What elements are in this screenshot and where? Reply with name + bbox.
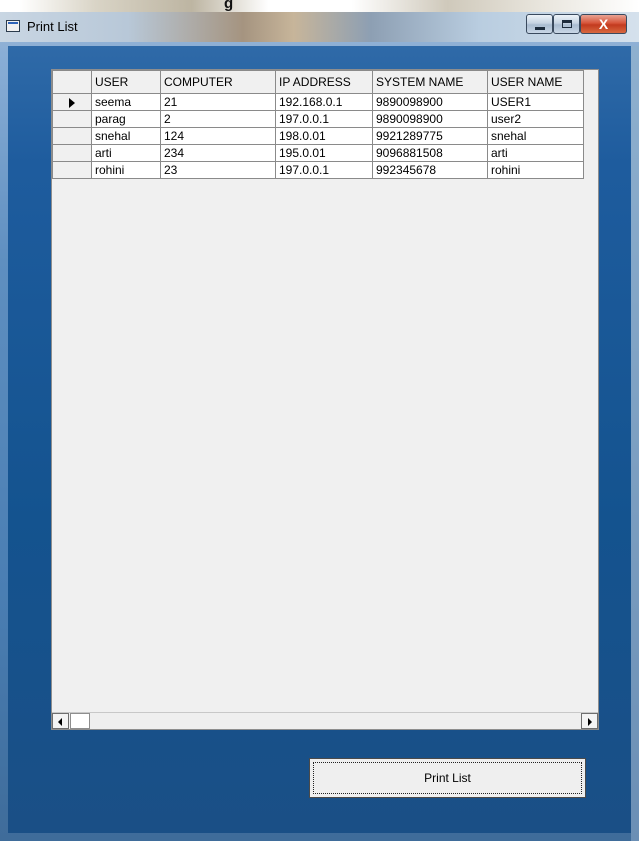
form-icon (6, 20, 20, 32)
column-header-system-name[interactable]: SYSTEM NAME (372, 70, 488, 94)
print-list-window: Print List X USER COMPUTER IP ADDRESS SY… (0, 12, 639, 841)
column-header-ip-address[interactable]: IP ADDRESS (275, 70, 373, 94)
cell-user[interactable]: arti (91, 144, 161, 162)
cell-ip-address[interactable]: 195.0.01 (275, 144, 373, 162)
column-header-user[interactable]: USER (91, 70, 161, 94)
table-row[interactable]: parag 2 197.0.0.1 9890098900 user2 (52, 110, 584, 128)
cell-system-name[interactable]: 992345678 (372, 161, 488, 179)
data-grid[interactable]: USER COMPUTER IP ADDRESS SYSTEM NAME USE… (51, 69, 599, 730)
table-row[interactable]: rohini 23 197.0.0.1 992345678 rohini (52, 161, 584, 179)
column-header-computer[interactable]: COMPUTER (160, 70, 276, 94)
cell-user[interactable]: rohini (91, 161, 161, 179)
cell-ip-address[interactable]: 198.0.01 (275, 127, 373, 145)
minimize-icon (535, 27, 545, 30)
close-button[interactable]: X (580, 14, 627, 34)
cell-user[interactable]: seema (91, 93, 161, 111)
scroll-right-arrow-icon (588, 718, 592, 726)
table-row[interactable]: snehal 124 198.0.01 9921289775 snehal (52, 127, 584, 145)
cell-system-name[interactable]: 9890098900 (372, 93, 488, 111)
grid-header-row: USER COMPUTER IP ADDRESS SYSTEM NAME USE… (52, 70, 584, 94)
scroll-left-button[interactable] (52, 713, 69, 729)
window-title: Print List (27, 19, 78, 34)
close-icon: X (598, 16, 609, 32)
row-selector[interactable] (52, 127, 92, 145)
print-list-button-label: Print List (424, 771, 471, 785)
print-list-button[interactable]: Print List (309, 758, 586, 798)
cell-ip-address[interactable]: 192.168.0.1 (275, 93, 373, 111)
cell-system-name[interactable]: 9921289775 (372, 127, 488, 145)
cell-system-name[interactable]: 9096881508 (372, 144, 488, 162)
scroll-left-arrow-icon (58, 718, 62, 726)
grid-corner-cell[interactable] (52, 70, 92, 94)
cell-computer[interactable]: 21 (160, 93, 276, 111)
window-right-border (631, 46, 639, 841)
title-bar[interactable]: Print List X (0, 12, 639, 42)
cell-computer[interactable]: 124 (160, 127, 276, 145)
table-row[interactable]: arti 234 195.0.01 9096881508 arti (52, 144, 584, 162)
cell-user-name[interactable]: user2 (487, 110, 584, 128)
maximize-icon (562, 20, 572, 28)
caption-buttons: X (526, 14, 634, 35)
cell-user-name[interactable]: rohini (487, 161, 584, 179)
scrollbar-thumb[interactable] (70, 713, 90, 729)
cell-system-name[interactable]: 9890098900 (372, 110, 488, 128)
scroll-right-button[interactable] (581, 713, 598, 729)
maximize-button[interactable] (553, 14, 580, 34)
cell-user-name[interactable]: snehal (487, 127, 584, 145)
cell-ip-address[interactable]: 197.0.0.1 (275, 110, 373, 128)
grid-table: USER COMPUTER IP ADDRESS SYSTEM NAME USE… (52, 70, 584, 179)
background-caption-fragment: g (224, 0, 234, 12)
horizontal-scrollbar[interactable] (52, 712, 598, 729)
row-selector[interactable] (52, 93, 92, 111)
cell-user[interactable]: parag (91, 110, 161, 128)
table-row[interactable]: seema 21 192.168.0.1 9890098900 USER1 (52, 93, 584, 111)
row-selector[interactable] (52, 144, 92, 162)
cell-user[interactable]: snehal (91, 127, 161, 145)
cell-computer[interactable]: 2 (160, 110, 276, 128)
row-selector[interactable] (52, 161, 92, 179)
cell-computer[interactable]: 23 (160, 161, 276, 179)
background-strip: g (0, 0, 639, 12)
cell-computer[interactable]: 234 (160, 144, 276, 162)
cell-ip-address[interactable]: 197.0.0.1 (275, 161, 373, 179)
row-selector[interactable] (52, 110, 92, 128)
cell-user-name[interactable]: arti (487, 144, 584, 162)
cell-user-name[interactable]: USER1 (487, 93, 584, 111)
column-header-user-name[interactable]: USER NAME (487, 70, 584, 94)
row-pointer-icon (69, 97, 75, 108)
form-client-area: USER COMPUTER IP ADDRESS SYSTEM NAME USE… (8, 46, 631, 833)
minimize-button[interactable] (526, 14, 553, 34)
